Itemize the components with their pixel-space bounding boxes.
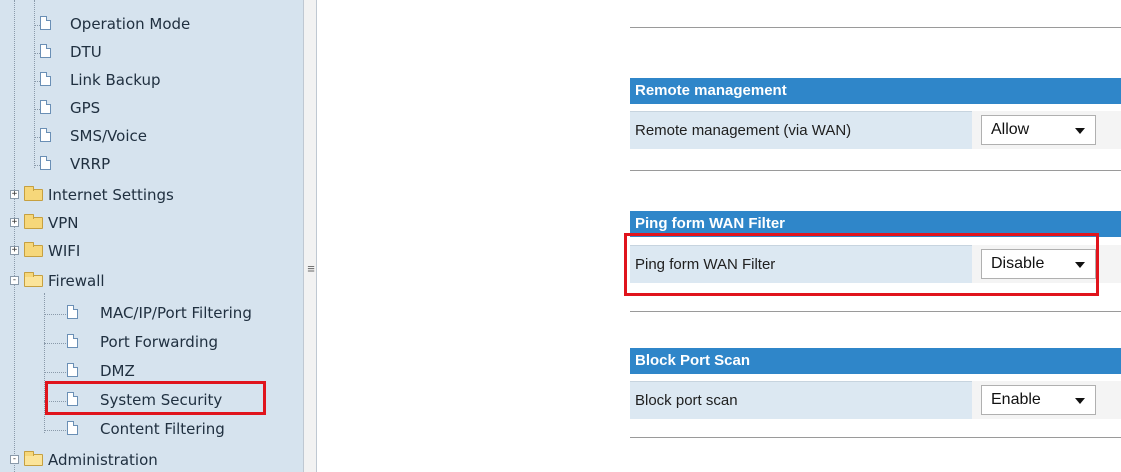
highlight-ping-wan-filter [624,233,1099,296]
sidebar-item-mac-ip-port-filtering[interactable]: MAC/IP/Port Filtering [0,301,303,327]
sidebar-item-label: VRRP [70,155,111,173]
block-port-scan-row: Block port scan Enable [630,381,1121,419]
sidebar-item-vpn[interactable]: + VPN [0,211,303,237]
section-divider [630,170,1121,171]
expand-plus-icon[interactable]: + [10,218,19,227]
document-icon [67,421,78,435]
document-icon [67,334,78,348]
sidebar-item-label: Port Forwarding [100,333,219,351]
sidebar-item-label: DMZ [100,362,135,380]
document-icon [40,44,51,58]
document-icon [67,305,78,319]
block-port-scan-header: Block Port Scan [630,348,1121,374]
sidebar-item-label: WIFI [48,242,81,260]
collapse-minus-icon[interactable]: - [10,455,19,464]
document-icon [40,72,51,86]
frame-splitter[interactable]: ≡ [303,0,317,472]
sidebar-item-firewall[interactable]: - Firewall [0,269,303,295]
document-icon [40,100,51,114]
folder-icon [24,242,43,257]
sidebar-item-label: VPN [48,214,79,232]
sidebar-item-internet-settings[interactable]: + Internet Settings [0,183,303,209]
sidebar-item-operation-mode[interactable]: Operation Mode [0,12,303,38]
sidebar-item-sms-voice[interactable]: SMS/Voice [0,124,303,150]
sidebar-item-content-filtering[interactable]: Content Filtering [0,417,303,443]
sidebar-item-label: DTU [70,43,102,61]
expand-plus-icon[interactable]: + [10,190,19,199]
dropdown-arrow-icon [1075,128,1085,134]
remote-management-label: Remote management (via WAN) [630,111,972,149]
sidebar-item-label: Internet Settings [48,186,174,204]
sidebar-item-administration[interactable]: - Administration [0,448,303,472]
expand-plus-icon[interactable]: + [10,246,19,255]
block-port-scan-label: Block port scan [630,381,972,419]
open-folder-icon [24,451,43,466]
block-port-scan-select[interactable]: Enable [981,385,1096,415]
collapse-minus-icon[interactable]: - [10,276,19,285]
sidebar-item-label: MAC/IP/Port Filtering [100,304,252,322]
sidebar-item-label: SMS/Voice [70,127,147,145]
remote-management-row: Remote management (via WAN) Allow [630,111,1121,149]
sidebar-item-wifi[interactable]: + WIFI [0,239,303,265]
sidebar-item-port-forwarding[interactable]: Port Forwarding [0,330,303,356]
section-divider [630,437,1121,438]
sidebar-item-gps[interactable]: GPS [0,96,303,122]
highlight-system-security [45,381,266,415]
sidebar-item-label: Operation Mode [70,15,191,33]
sidebar-item-label: GPS [70,99,101,117]
sidebar-item-link-backup[interactable]: Link Backup [0,68,303,94]
section-divider [630,27,1121,28]
splitter-grip-icon[interactable]: ≡ [304,262,318,276]
remote-management-value: Allow [991,121,1030,138]
dropdown-arrow-icon [1075,398,1085,404]
sidebar-item-dtu[interactable]: DTU [0,40,303,66]
sidebar-item-label: Administration [48,451,158,469]
open-folder-icon [24,272,43,287]
sidebar-item-label: Content Filtering [100,420,225,438]
sidebar-item-vrrp[interactable]: VRRP [0,152,303,178]
block-port-scan-value: Enable [991,391,1041,408]
sidebar-item-label: Firewall [48,272,105,290]
folder-icon [24,186,43,201]
sidebar-tree: Operation Mode DTU Link Backup GPS SMS/V… [0,0,303,472]
remote-management-select[interactable]: Allow [981,115,1096,145]
document-icon [40,16,51,30]
document-icon [40,128,51,142]
document-icon [40,156,51,170]
sidebar-item-label: Link Backup [70,71,161,89]
section-divider [630,311,1121,312]
remote-management-header: Remote management [630,78,1121,104]
document-icon [67,363,78,377]
folder-icon [24,214,43,229]
